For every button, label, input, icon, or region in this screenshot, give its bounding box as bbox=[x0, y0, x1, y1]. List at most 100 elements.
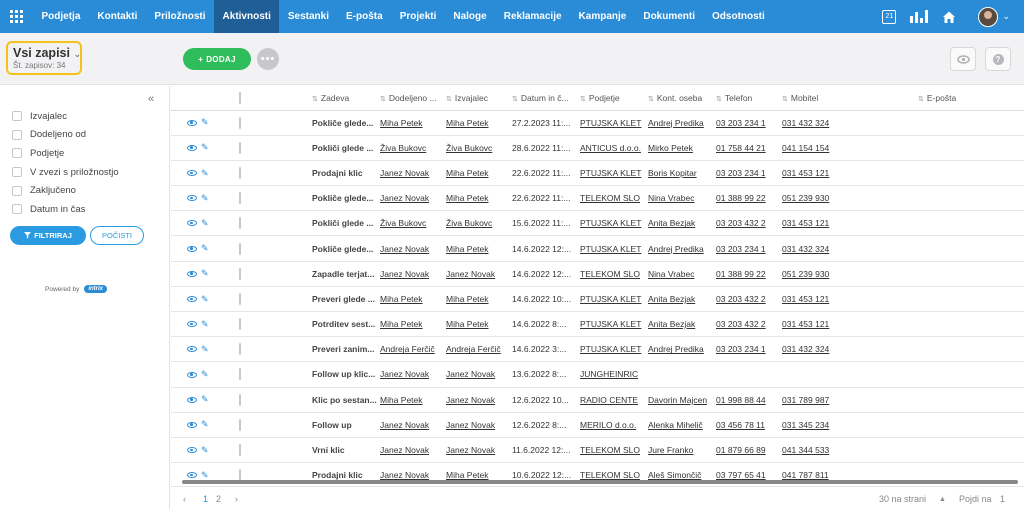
cell-link[interactable]: Davorin Majcen bbox=[648, 395, 707, 405]
cell-mobile[interactable]: 031 453 121 bbox=[780, 210, 916, 237]
sort-icon[interactable]: ⇅ bbox=[782, 96, 788, 103]
filter-item[interactable]: Datum in čas bbox=[12, 200, 119, 219]
cell-company[interactable]: PTUJSKA KLET bbox=[578, 235, 646, 262]
cell-link[interactable]: 031 432 324 bbox=[782, 344, 829, 354]
eye-icon[interactable] bbox=[187, 119, 197, 126]
cell-link[interactable]: 03 203 234 1 bbox=[716, 118, 766, 128]
sort-icon[interactable]: ⇅ bbox=[512, 96, 518, 103]
cell-link[interactable]: Janez Novak bbox=[446, 369, 495, 379]
cell-company[interactable]: PTUJSKA KLET bbox=[578, 336, 646, 363]
cell-link[interactable]: 051 239 930 bbox=[782, 193, 829, 203]
go-to-input[interactable]: 1 bbox=[1000, 494, 1005, 504]
cell-executor[interactable]: Živa Bukovc bbox=[444, 210, 510, 237]
cell-company[interactable]: PTUJSKA KLET bbox=[578, 286, 646, 313]
cell-company[interactable]: ANTICUS d.o.o. bbox=[578, 135, 646, 161]
prev-page-icon[interactable]: ‹ bbox=[183, 494, 186, 504]
cell-assigned[interactable]: Janez Novak bbox=[378, 412, 444, 438]
nav-item-2[interactable]: Priložnosti bbox=[146, 0, 214, 33]
table-row[interactable]: ✎ Prodajni klic Janez Novak Miha Petek 22.6.… bbox=[171, 160, 1024, 187]
cell-link[interactable]: ANTICUS d.o.o. bbox=[580, 143, 641, 153]
cell-executor[interactable]: Janez Novak bbox=[444, 361, 510, 388]
cell-company[interactable]: PTUJSKA KLET bbox=[578, 160, 646, 187]
cell-assigned[interactable]: Miha Petek bbox=[378, 110, 444, 136]
cell-link[interactable]: Živa Bukovc bbox=[380, 218, 426, 228]
cell-assigned[interactable]: Janez Novak bbox=[378, 437, 444, 464]
cell-executor[interactable]: Janez Novak bbox=[444, 412, 510, 438]
cell-link[interactable]: PTUJSKA KLET bbox=[580, 244, 641, 254]
eye-icon[interactable] bbox=[187, 321, 197, 328]
cell-assigned[interactable]: Živa Bukovc bbox=[378, 135, 444, 161]
cell-link[interactable]: 031 453 121 bbox=[782, 168, 829, 178]
filter-item[interactable]: Zaključeno bbox=[12, 181, 119, 200]
cell-phone[interactable]: 03 203 234 1 bbox=[714, 110, 780, 136]
cell-link[interactable]: 01 388 99 22 bbox=[716, 193, 766, 203]
sort-icon[interactable]: ⇅ bbox=[446, 96, 452, 103]
cell-company[interactable]: PTUJSKA KLET bbox=[578, 110, 646, 136]
filter-item[interactable]: Podjetje bbox=[12, 144, 119, 163]
cell-assigned[interactable]: Janez Novak bbox=[378, 235, 444, 262]
nav-item-9[interactable]: Kampanje bbox=[570, 0, 635, 33]
table-row[interactable]: ✎ Potrditev sest... Miha Petek Miha Petek 14… bbox=[171, 311, 1024, 338]
cell-executor[interactable]: Miha Petek bbox=[444, 235, 510, 262]
cell-mobile[interactable]: 031 453 121 bbox=[780, 160, 916, 187]
cell-company[interactable]: TELEKOM SLO bbox=[578, 437, 646, 464]
bar-chart-icon[interactable] bbox=[910, 10, 929, 23]
column-header[interactable]: ⇅ Telefon bbox=[714, 86, 780, 111]
cell-link[interactable]: Anita Bezjak bbox=[648, 218, 695, 228]
cell-mobile[interactable]: 031 432 324 bbox=[780, 336, 916, 363]
eye-icon[interactable] bbox=[187, 144, 197, 151]
sort-icon[interactable]: ⇅ bbox=[312, 96, 318, 103]
cell-executor[interactable]: Janez Novak bbox=[444, 261, 510, 287]
cell-mobile[interactable]: 051 239 930 bbox=[780, 185, 916, 212]
pencil-icon[interactable]: ✎ bbox=[201, 117, 209, 128]
cell-link[interactable]: Janez Novak bbox=[380, 445, 429, 455]
eye-icon[interactable] bbox=[187, 270, 197, 277]
cell-link[interactable]: RADIO CENTE bbox=[580, 395, 638, 405]
pencil-icon[interactable]: ✎ bbox=[201, 319, 209, 330]
nav-item-3[interactable]: Aktivnosti bbox=[214, 0, 280, 33]
pencil-icon[interactable]: ✎ bbox=[201, 445, 209, 456]
cell-link[interactable]: Nina Vrabec bbox=[648, 269, 694, 279]
cell-contact[interactable]: Nina Vrabec bbox=[646, 261, 714, 287]
cell-mobile[interactable]: 031 789 987 bbox=[780, 387, 916, 413]
column-header[interactable]: ⇅ Podjetje bbox=[578, 86, 646, 111]
cell-link[interactable]: TELEKOM SLO bbox=[580, 470, 640, 480]
column-header[interactable]: ⇅ Zadeva bbox=[310, 86, 378, 111]
cell-phone[interactable]: 01 388 99 22 bbox=[714, 261, 780, 287]
row-checkbox[interactable] bbox=[239, 393, 241, 406]
cell-link[interactable]: Boris Kopitar bbox=[648, 168, 697, 178]
triangle-up-icon[interactable]: ▲ bbox=[939, 496, 946, 503]
row-checkbox[interactable] bbox=[239, 318, 241, 331]
cell-contact[interactable]: Andrej Predika bbox=[646, 110, 714, 136]
pencil-icon[interactable]: ✎ bbox=[201, 394, 209, 405]
cell-link[interactable]: Aleš Simončič bbox=[648, 470, 701, 480]
row-checkbox[interactable] bbox=[239, 418, 241, 431]
cell-link[interactable]: Janez Novak bbox=[446, 395, 495, 405]
cell-link[interactable]: 03 203 234 1 bbox=[716, 168, 766, 178]
row-checkbox[interactable] bbox=[239, 116, 241, 129]
cell-contact[interactable]: Anita Bezjak bbox=[646, 210, 714, 237]
cell-link[interactable]: Janez Novak bbox=[446, 445, 495, 455]
cell-contact[interactable]: Jure Franko bbox=[646, 437, 714, 464]
filter-checkbox[interactable] bbox=[12, 167, 22, 178]
cell-executor[interactable]: Miha Petek bbox=[444, 160, 510, 187]
cell-link[interactable]: 041 344 533 bbox=[782, 445, 829, 455]
cell-link[interactable]: Živa Bukovc bbox=[446, 143, 492, 153]
column-header[interactable]: ⇅ E-pošta bbox=[916, 86, 1024, 111]
cell-executor[interactable]: Miha Petek bbox=[444, 286, 510, 313]
table-row[interactable]: ✎ Vrni klic Janez Novak Janez Novak 11.6.202… bbox=[171, 437, 1024, 464]
apps-grid-icon[interactable] bbox=[0, 0, 33, 33]
per-page-select[interactable]: 30 na strani bbox=[879, 494, 926, 504]
cell-mobile[interactable]: 041 344 533 bbox=[780, 437, 916, 464]
cell-link[interactable]: PTUJSKA KLET bbox=[580, 118, 641, 128]
sort-icon[interactable]: ⇅ bbox=[716, 96, 722, 103]
cell-link[interactable]: 031 453 121 bbox=[782, 218, 829, 228]
cell-link[interactable]: 031 789 987 bbox=[782, 395, 829, 405]
cell-link[interactable]: Janez Novak bbox=[380, 269, 429, 279]
cell-link[interactable]: Janez Novak bbox=[446, 269, 495, 279]
cell-assigned[interactable]: Miha Petek bbox=[378, 311, 444, 338]
filter-item[interactable]: Dodeljeno od bbox=[12, 126, 119, 145]
table-row[interactable]: ✎ Pokliči glede ... Živa Bukovc Živa Bukovc… bbox=[171, 210, 1024, 237]
eye-icon[interactable] bbox=[187, 220, 197, 227]
cell-phone[interactable]: 03 203 432 2 bbox=[714, 311, 780, 338]
